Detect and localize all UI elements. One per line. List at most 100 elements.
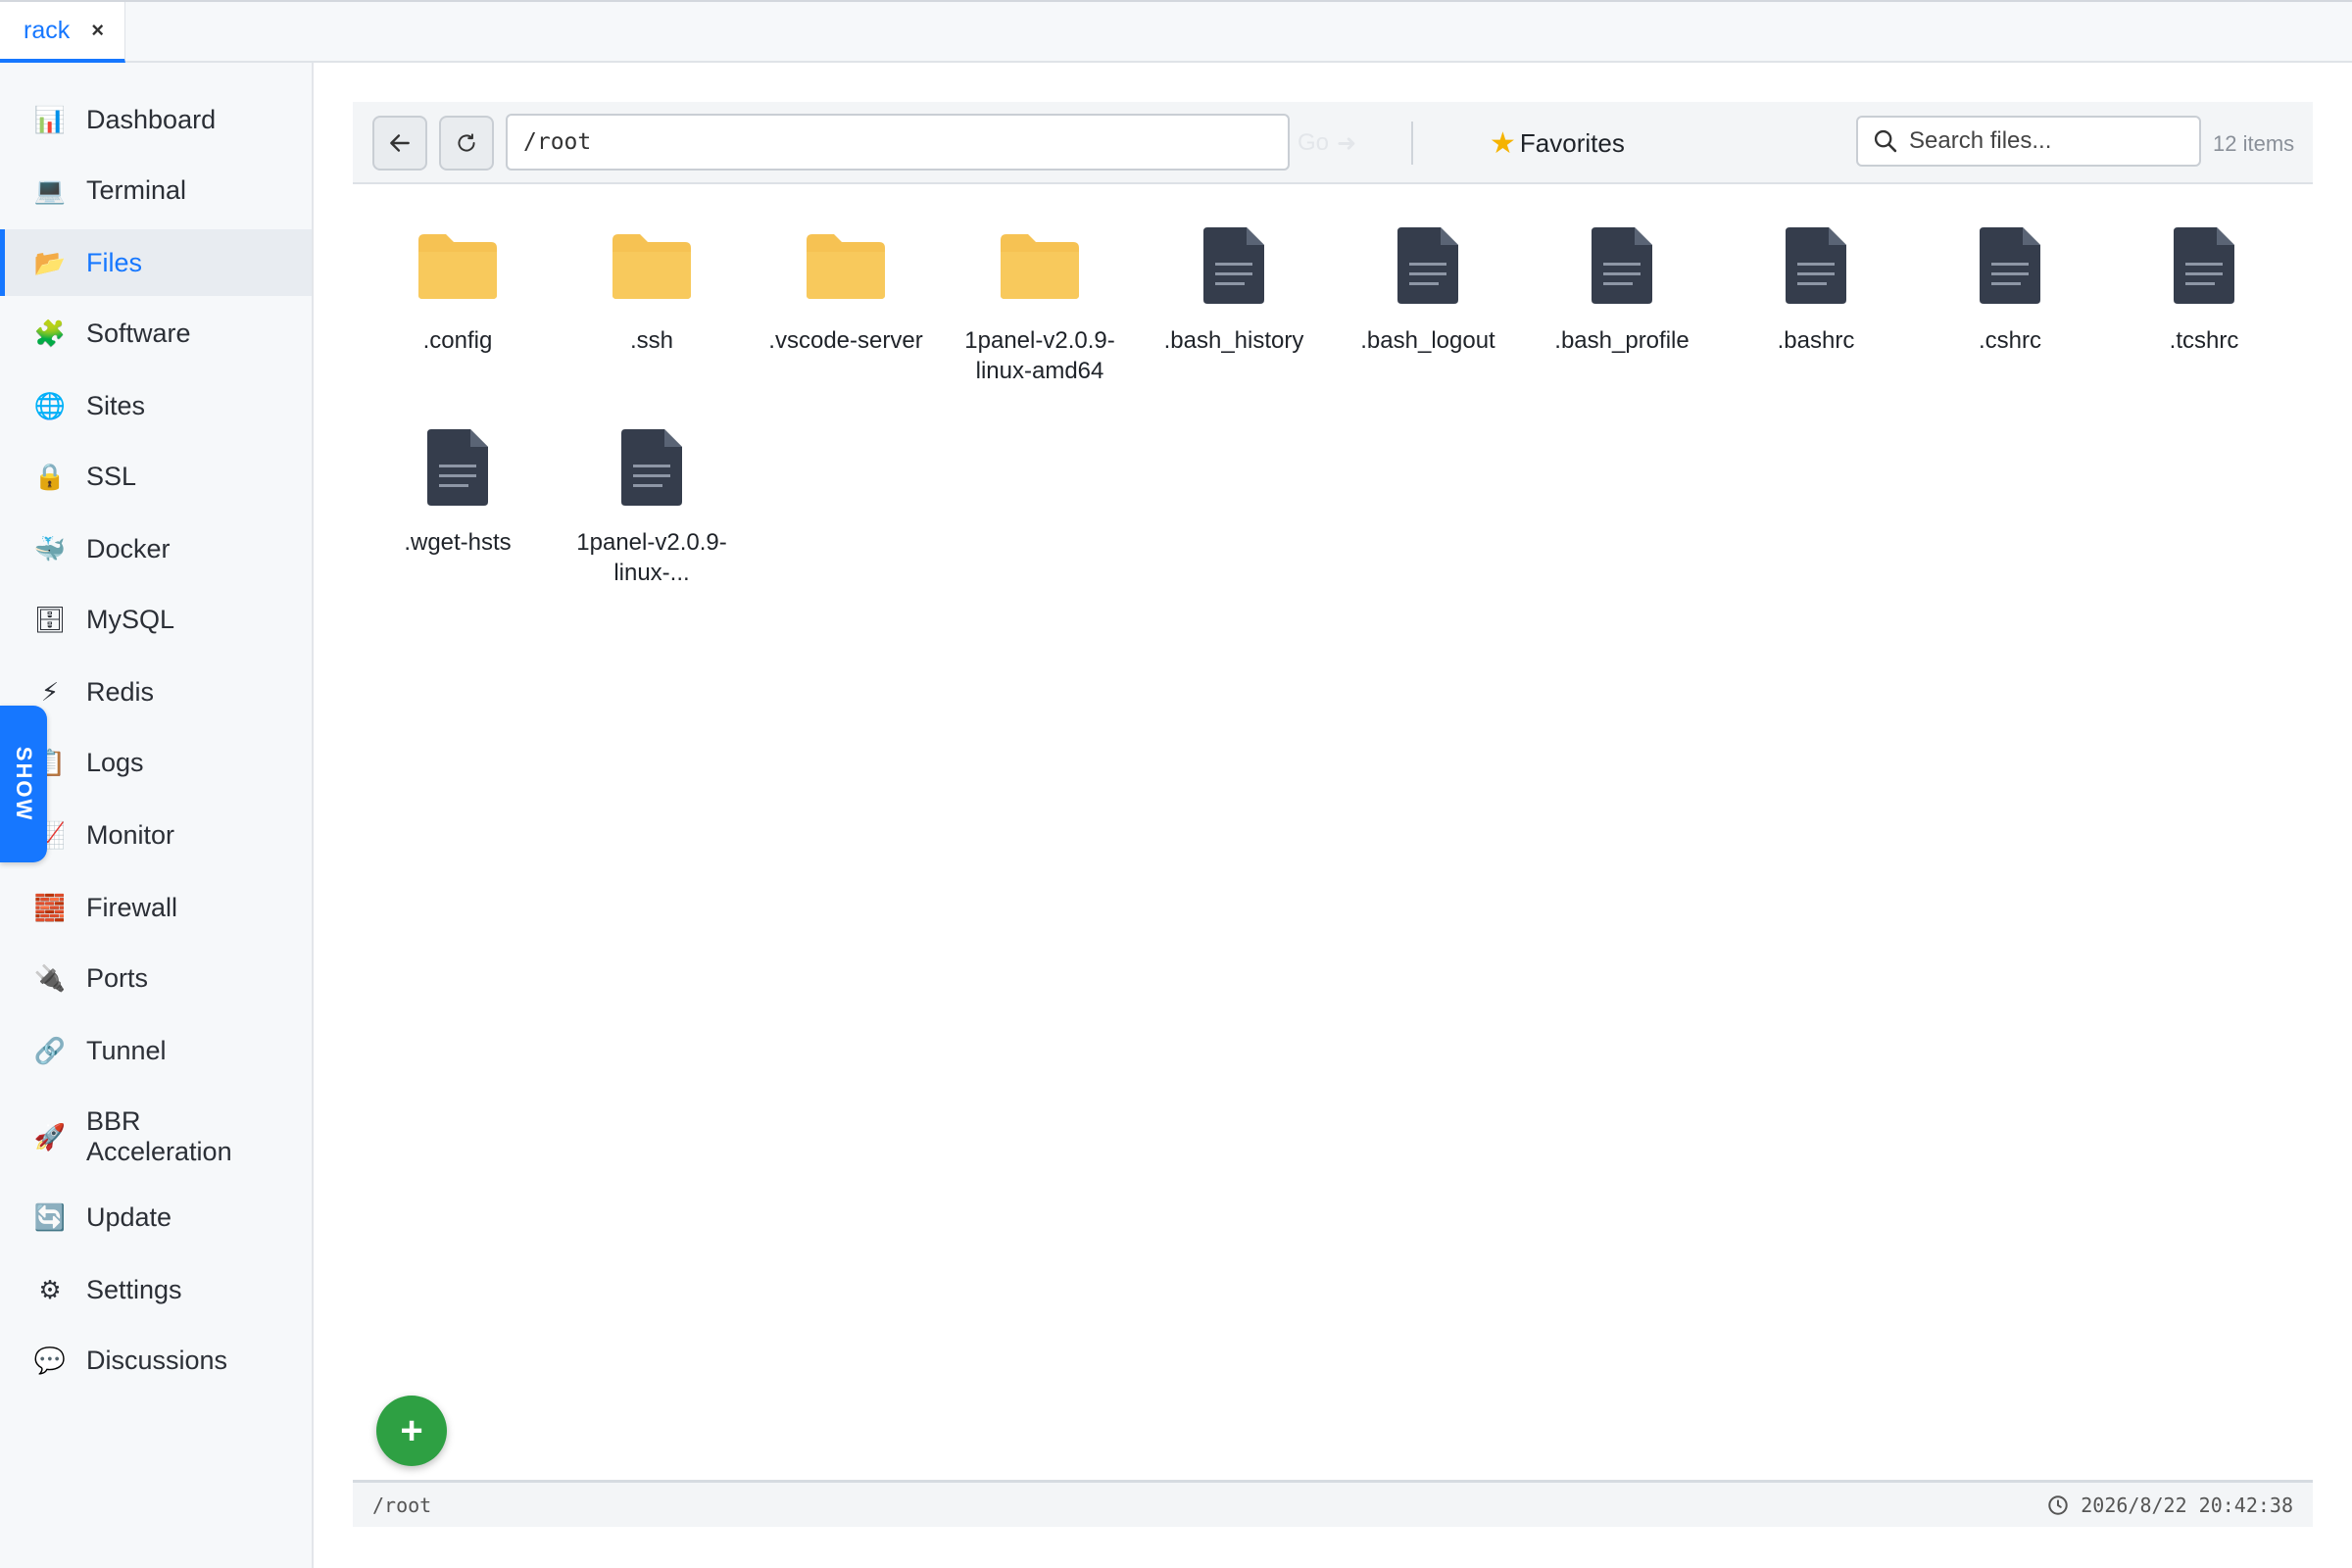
sidebar-item-update[interactable]: 🔄 Update (0, 1184, 312, 1250)
search-box[interactable] (1856, 116, 2201, 167)
file-item[interactable]: .bash_logout (1335, 221, 1521, 356)
sidebar-item-label: Update (86, 1201, 172, 1232)
document-icon (1578, 221, 1666, 310)
file-item[interactable]: .cshrc (1917, 221, 2103, 356)
refresh-button[interactable] (439, 116, 494, 171)
folder-icon (414, 221, 502, 310)
sidebar-item-discussions[interactable]: 💬 Discussions (0, 1327, 312, 1394)
sidebar-item-label: Settings (86, 1274, 182, 1304)
sidebar-item-sites[interactable]: 🌐 Sites (0, 372, 312, 439)
file-name: .bash_logout (1360, 327, 1495, 354)
dashboard-icon: 📊 (33, 104, 67, 134)
sidebar-item-firewall[interactable]: 🧱 Firewall (0, 874, 312, 941)
sidebar-item-label: Dashboard (86, 104, 217, 134)
settings-icon: ⚙ (38, 1274, 62, 1304)
show-label: SHOW (12, 746, 37, 822)
document-icon (1384, 221, 1472, 310)
ports-icon: 🔌 (33, 962, 67, 993)
file-manager-app: rack × 📊 Dashboard 💻 Terminal 📂 Files 🧩 Softwar… (0, 0, 2352, 1568)
folder-item[interactable]: 1panel-v2.0.9-linux-amd64 (947, 221, 1133, 386)
go-label: Go (1298, 129, 1330, 156)
sidebar-item-label: Sites (86, 390, 146, 420)
sidebar-item-label: Files (86, 247, 143, 277)
tab-bar: rack × (0, 0, 2352, 63)
sidebar-item-settings[interactable]: ⚙ Settings (0, 1256, 312, 1323)
file-item[interactable]: .bash_profile (1529, 221, 1715, 356)
sidebar-item-label: Tunnel (86, 1035, 167, 1065)
document-icon (1190, 221, 1278, 310)
file-item[interactable]: 1panel-v2.0.9-linux-... (559, 423, 745, 588)
folder-icon (802, 221, 890, 310)
file-item[interactable]: .wget-hsts (365, 423, 551, 558)
tunnel-icon: 🔗 (33, 1035, 67, 1065)
sidebar: 📊 Dashboard 💻 Terminal 📂 Files 🧩 Software 🌐 Sites… (0, 63, 314, 1568)
sites-icon: 🌐 (33, 390, 67, 420)
sidebar-item-label: Software (86, 318, 191, 348)
sidebar-item-docker[interactable]: 🐳 Docker (0, 515, 312, 582)
arrow-left-icon (390, 134, 410, 152)
file-grid: .config .ssh .vscode-server 1panel-v2.0.9-l… (353, 216, 2313, 1450)
file-name: .bash_history (1163, 327, 1304, 354)
folder-item[interactable]: .ssh (559, 221, 745, 356)
sidebar-item-files[interactable]: 📂 Files (0, 229, 312, 296)
sidebar-item-tunnel[interactable]: 🔗 Tunnel (0, 1017, 312, 1084)
document-icon (608, 423, 696, 512)
back-button[interactable] (372, 116, 427, 171)
search-icon (1874, 129, 1897, 153)
search-input[interactable] (1909, 127, 2193, 155)
status-datetime: 2026/8/22 20:42:38 (2081, 1493, 2293, 1517)
toolbar-divider (1411, 122, 1413, 165)
arrow-right-icon: ➜ (1337, 129, 1357, 157)
docker-icon: 🐳 (33, 533, 67, 564)
file-item[interactable]: .tcshrc (2111, 221, 2297, 356)
tab-rack[interactable]: rack × (0, 2, 125, 63)
file-name: .bash_profile (1554, 327, 1690, 354)
ssl-icon: 🔒 (33, 461, 67, 491)
sidebar-item-label: MySQL (86, 604, 175, 634)
folder-item[interactable]: .vscode-server (753, 221, 939, 356)
file-name: .tcshrc (2169, 327, 2239, 354)
document-icon (414, 423, 502, 512)
file-name: .bashrc (1777, 327, 1855, 354)
sidebar-item-label: Ports (86, 962, 149, 993)
firewall-icon: 🧱 (33, 892, 67, 922)
sidebar-item-label: SSL (86, 461, 137, 491)
sidebar-item-label: Firewall (86, 892, 178, 922)
folder-icon (608, 221, 696, 310)
files-icon: 📂 (33, 247, 67, 277)
show-sidebar-toggle[interactable]: SHOW (0, 706, 47, 862)
folder-item[interactable]: .config (365, 221, 551, 356)
file-name: .config (422, 327, 493, 354)
close-icon[interactable]: × (91, 20, 104, 41)
sidebar-item-ports[interactable]: 🔌 Ports (0, 945, 312, 1011)
sidebar-item-bbr-acceleration[interactable]: 🚀 BBR Acceleration (0, 1098, 312, 1176)
update-icon: 🔄 (33, 1201, 67, 1232)
sidebar-item-label: Logs (86, 747, 144, 777)
file-name: .ssh (629, 327, 673, 354)
favorites-button[interactable]: ★ Favorites (1490, 123, 1625, 163)
sidebar-item-software[interactable]: 🧩 Software (0, 300, 312, 367)
file-item[interactable]: .bash_history (1141, 221, 1327, 356)
refresh-icon (458, 133, 475, 152)
sidebar-item-dashboard[interactable]: 📊 Dashboard (0, 86, 312, 153)
sidebar-item-label: Monitor (86, 819, 175, 850)
file-item[interactable]: .bashrc (1723, 221, 1909, 356)
document-icon (2160, 221, 2248, 310)
tab-label: rack (24, 16, 71, 44)
sidebar-item-ssl[interactable]: 🔒 SSL (0, 443, 312, 510)
sidebar-item-label: Discussions (86, 1345, 228, 1375)
software-icon: 🧩 (33, 318, 67, 348)
favorites-label: Favorites (1519, 127, 1625, 158)
go-button[interactable]: Go ➜ (1298, 125, 1376, 161)
sidebar-item-label: BBR Acceleration (86, 1106, 232, 1166)
path-input[interactable] (506, 114, 1290, 171)
file-name: .cshrc (1978, 327, 2041, 354)
status-bar: /root 2026/8/22 20:42:38 (353, 1480, 2313, 1527)
sidebar-item-redis[interactable]: ⚡ Redis (0, 659, 312, 725)
file-toolbar: Go ➜ ★ Favorites 12 items (353, 102, 2313, 184)
bbr-icon: 🚀 (33, 1121, 67, 1152)
sidebar-item-label: Docker (86, 533, 171, 564)
sidebar-item-mysql[interactable]: 🗄 MySQL (0, 586, 312, 653)
sidebar-item-terminal[interactable]: 💻 Terminal (0, 157, 312, 223)
add-button[interactable]: + (376, 1396, 447, 1466)
